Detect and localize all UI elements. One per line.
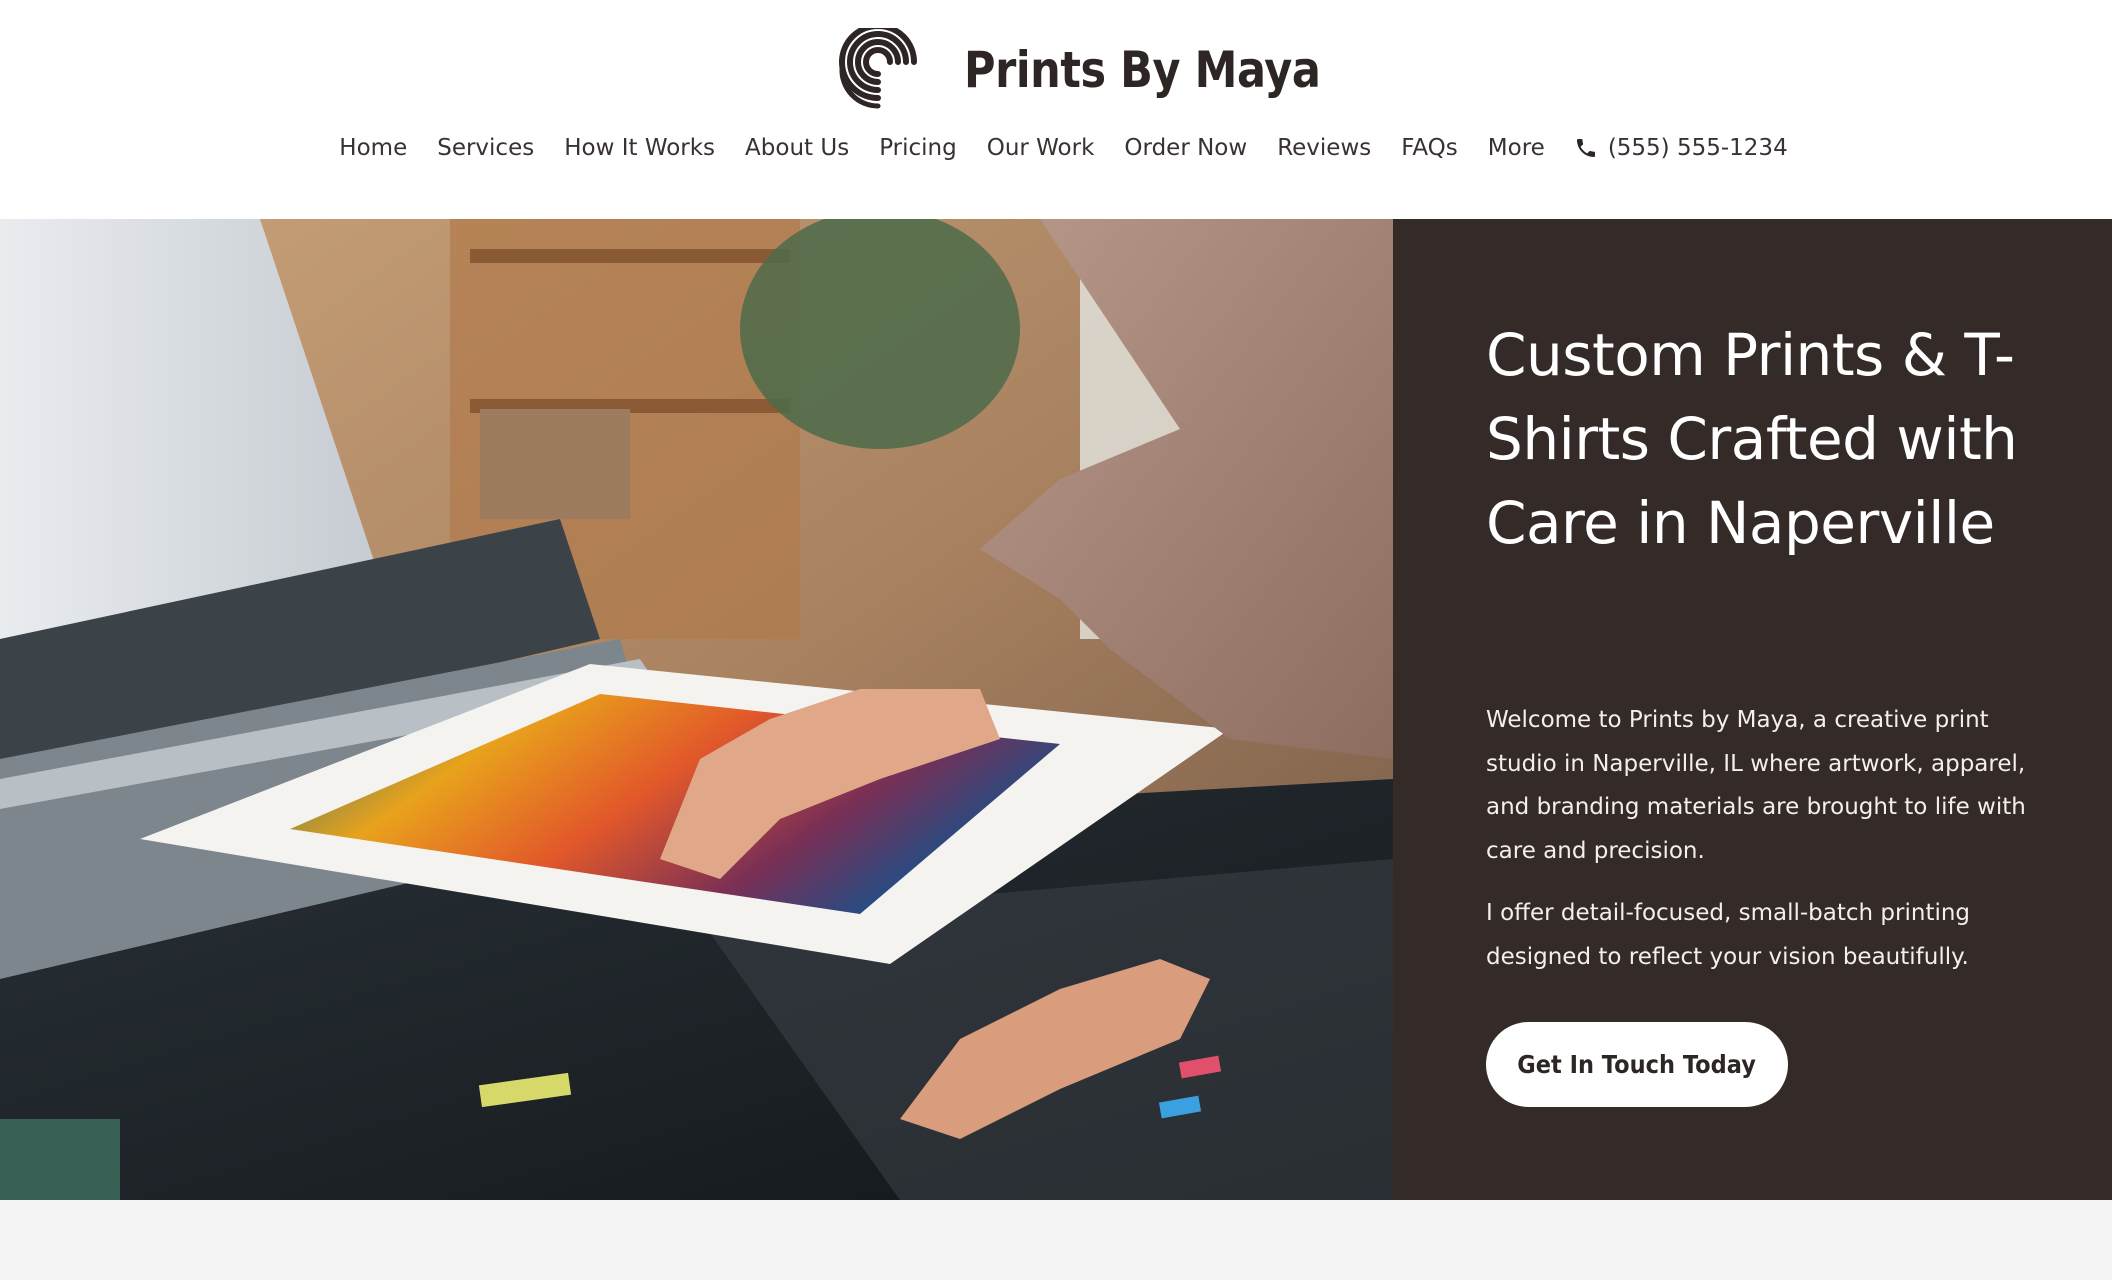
hero-intro-paragraph: Welcome to Prints by Maya, a creative pr… [1486,707,2026,864]
next-section-background [0,1200,2112,1280]
get-in-touch-button[interactable]: Get In Touch Today [1486,1022,1788,1107]
hero-secondary-paragraph: I offer detail-focused, small-batch prin… [1486,900,1971,970]
nav-order-now[interactable]: Order Now [1124,135,1247,161]
nav-home[interactable]: Home [339,135,407,161]
phone-link[interactable]: (555) 555-1234 [1574,135,1788,161]
nav-faqs[interactable]: FAQs [1401,135,1458,161]
nav-pricing[interactable]: Pricing [879,135,957,161]
nav-more[interactable]: More [1488,135,1545,161]
spiral-logo-icon [839,28,917,109]
nav-reviews[interactable]: Reviews [1277,135,1371,161]
hero-text-panel: Custom Prints & T-Shirts Crafted with Ca… [1393,219,2112,1200]
brand[interactable]: Prints By Maya [830,28,1379,112]
phone-number: (555) 555-1234 [1607,135,1788,161]
main-nav: Home Services How It Works About Us Pric… [0,128,2112,168]
brand-name: Prints By Maya [964,41,1321,99]
hero-section: Custom Prints & T-Shirts Crafted with Ca… [0,219,2112,1200]
nav-our-work[interactable]: Our Work [987,135,1095,161]
nav-services[interactable]: Services [437,135,534,161]
get-in-touch-label: Get In Touch Today [1517,1050,1757,1079]
nav-about-us[interactable]: About Us [745,135,849,161]
nav-how-it-works[interactable]: How It Works [564,135,715,161]
site-header: Prints By Maya Home Services How It Work… [0,0,2112,219]
hero-photo-printer [0,219,1393,1200]
phone-icon [1576,139,1595,157]
hero-title: Custom Prints & T-Shirts Crafted with Ca… [1486,321,2018,557]
printer-photo-illustration [0,219,1393,1200]
